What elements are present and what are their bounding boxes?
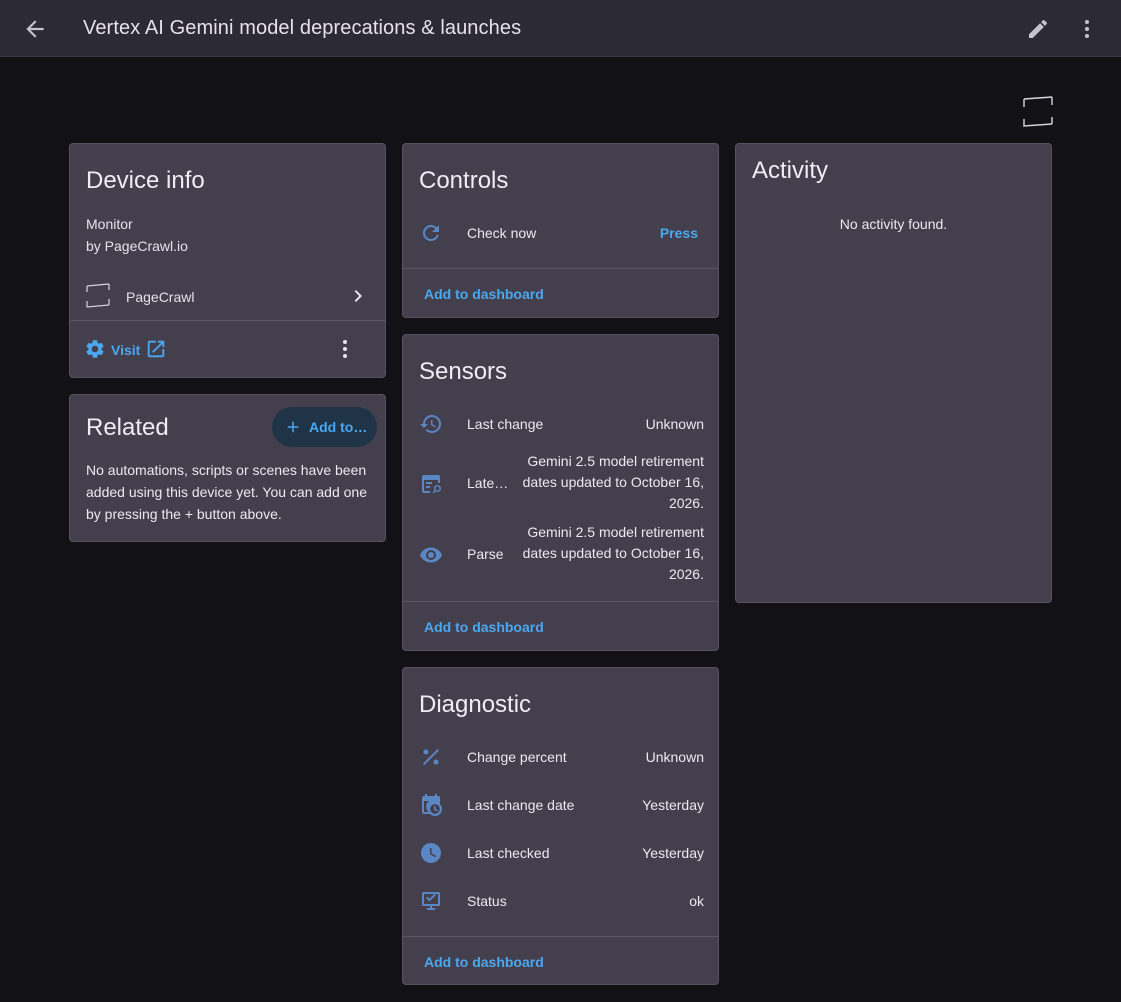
arrow-left-icon[interactable] — [22, 16, 48, 42]
calendar-clock-icon — [422, 794, 443, 817]
controls-title: Controls — [419, 167, 509, 194]
history-icon — [420, 415, 441, 433]
percent-icon — [423, 749, 439, 765]
diagnostic-value: Yesterday — [642, 845, 704, 861]
diagnostic-row-last-change-date[interactable]: Last change date Yesterday — [403, 788, 720, 822]
divider — [403, 268, 718, 269]
sensor-row-last-change[interactable]: Last change Unknown — [403, 407, 720, 441]
sensor-value: Gemini 2.5 model retirement dates update… — [522, 453, 704, 511]
pagecrawl-logo-icon — [1023, 96, 1053, 127]
pencil-icon[interactable] — [1026, 17, 1050, 41]
diagnostic-row-last-checked[interactable]: Last checked Yesterday — [403, 836, 720, 870]
related-empty-message: No automations, scripts or scenes have b… — [86, 462, 367, 522]
add-to-button[interactable]: Add to… — [272, 407, 377, 447]
sensors-card: Sensors Last change Unknown Late… Gemini… — [402, 334, 719, 651]
diagnostic-row-change-percent[interactable]: Change percent Unknown — [403, 740, 720, 774]
text-search-icon — [422, 475, 442, 494]
controls-card: Controls Check now Press Add to dashboar… — [402, 143, 719, 318]
press-button[interactable]: Press — [660, 225, 698, 241]
dots-vertical-icon[interactable] — [333, 337, 357, 361]
sensor-label: Late… — [467, 475, 509, 491]
gear-icon[interactable] — [84, 338, 106, 360]
visit-link[interactable]: Visit — [111, 342, 140, 358]
top-app-bar: Vertex AI Gemini model deprecations & la… — [0, 0, 1121, 57]
device-info-card: Device info Monitor by PageCrawl.io Page… — [69, 143, 386, 378]
diagnostic-card: Diagnostic Change percent Unknown Last c… — [402, 667, 719, 985]
related-card: Related Add to… No automations, scripts … — [69, 394, 386, 542]
clock-icon — [421, 843, 441, 863]
sensor-row-parse[interactable]: Parse Gemini 2.5 model retirement dates … — [403, 522, 720, 588]
activity-title: Activity — [752, 157, 829, 184]
chevron-right-icon — [354, 290, 362, 302]
integration-label: PageCrawl — [126, 289, 195, 305]
add-to-dashboard-link[interactable]: Add to dashboard — [424, 954, 544, 970]
refresh-icon — [422, 224, 439, 241]
activity-empty-message: No activity found. — [839, 216, 948, 232]
add-to-label: Add to… — [309, 419, 368, 435]
divider — [403, 936, 718, 937]
control-row-check-now[interactable]: Check now Press — [403, 212, 720, 254]
page-title: Vertex AI Gemini model deprecations & la… — [83, 17, 522, 39]
sensor-value: Unknown — [645, 416, 704, 432]
diagnostic-label: Last change date — [467, 797, 575, 813]
dots-vertical-icon[interactable] — [1075, 17, 1099, 41]
diagnostic-value: ok — [689, 893, 704, 909]
monitor-check-icon — [422, 892, 440, 910]
activity-card: Activity No activity found. — [735, 143, 1052, 603]
add-to-dashboard-link[interactable]: Add to dashboard — [424, 286, 544, 302]
divider — [70, 320, 385, 321]
pagecrawl-integration-icon — [86, 283, 110, 308]
open-in-new-icon[interactable] — [145, 338, 167, 360]
control-label: Check now — [467, 225, 537, 241]
integration-row[interactable]: PageCrawl — [70, 272, 387, 320]
diagnostic-label: Change percent — [467, 749, 567, 765]
sensor-label: Parse — [467, 546, 504, 562]
sensors-title: Sensors — [419, 358, 508, 385]
device-info-title: Device info — [86, 167, 205, 194]
diagnostic-title: Diagnostic — [419, 691, 532, 718]
device-model: Monitor — [86, 216, 133, 232]
plus-icon — [287, 421, 299, 433]
add-to-dashboard-link[interactable]: Add to dashboard — [424, 619, 544, 635]
diagnostic-label: Last checked — [467, 845, 550, 861]
sensor-label: Last change — [467, 416, 544, 432]
diagnostic-value: Unknown — [645, 749, 704, 765]
related-title: Related — [86, 414, 169, 441]
sensor-value: Gemini 2.5 model retirement dates update… — [522, 524, 704, 582]
diagnostic-value: Yesterday — [642, 797, 704, 813]
diagnostic-label: Status — [467, 893, 507, 909]
eye-icon — [420, 547, 442, 563]
divider — [403, 601, 718, 602]
sensor-row-latest[interactable]: Late… Gemini 2.5 model retirement dates … — [403, 451, 720, 517]
diagnostic-row-status[interactable]: Status ok — [403, 884, 720, 918]
device-manufacturer: by PageCrawl.io — [86, 238, 188, 254]
